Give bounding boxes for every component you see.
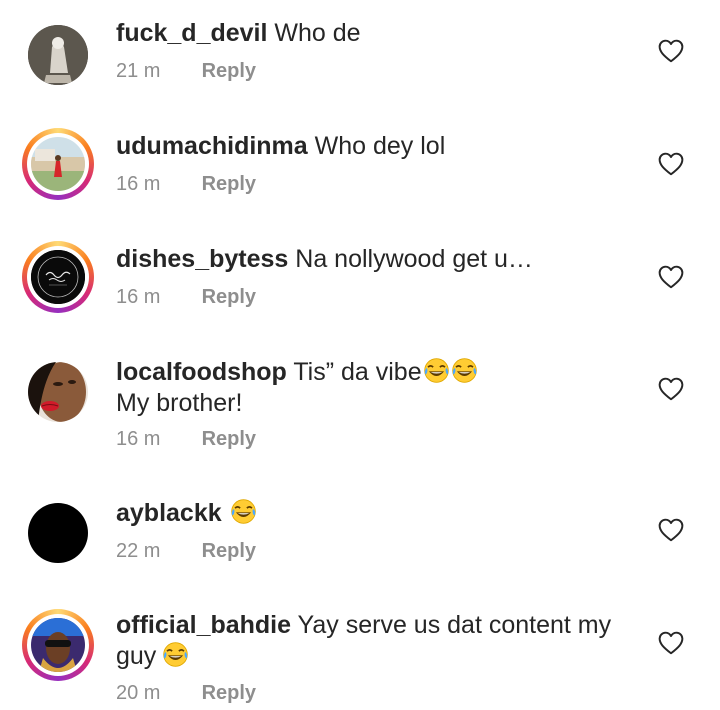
heart-outline-icon[interactable]: [658, 39, 684, 63]
comment-time: 16 m: [116, 286, 161, 308]
face-with-tears-of-joy-icon: [162, 641, 189, 668]
reply-button[interactable]: Reply: [202, 60, 256, 82]
comment-meta: 16 m Reply: [116, 286, 256, 309]
avatar[interactable]: [22, 241, 94, 313]
comment-username[interactable]: udumachidinma: [116, 132, 308, 160]
comment-username[interactable]: fuck_d_devil: [116, 19, 267, 47]
avatar-image: [28, 362, 88, 422]
comment-meta: 16 m Reply: [116, 428, 256, 451]
reply-button[interactable]: Reply: [202, 428, 256, 450]
comment-body: Na nollywood get u…: [295, 245, 533, 273]
face-with-tears-of-joy-icon: [423, 357, 450, 384]
face-with-tears-of-joy-icon: [230, 498, 257, 525]
comment-body: Who de: [274, 19, 361, 47]
face-with-tears-of-joy-icon: [451, 357, 478, 384]
comment-body: Yay serve us dat content my: [297, 611, 612, 639]
comment-time: 21 m: [116, 60, 161, 82]
heart-outline-icon[interactable]: [658, 152, 684, 176]
heart-outline-icon[interactable]: [658, 265, 684, 289]
comment-text: dishes_bytess Na nollywood get u…: [116, 244, 616, 275]
comment-body: Who dey lol: [314, 132, 446, 160]
avatar-image: [31, 250, 85, 304]
comment-time: 22 m: [116, 540, 161, 562]
avatar[interactable]: [22, 128, 94, 200]
comment-username[interactable]: ayblackk: [116, 499, 222, 527]
comment-username[interactable]: dishes_bytess: [116, 245, 288, 273]
comment-body: Tis” da vibe: [293, 358, 422, 386]
reply-button[interactable]: Reply: [202, 540, 256, 562]
comment-meta: 21 m Reply: [116, 60, 256, 83]
comment-username[interactable]: localfoodshop: [116, 358, 287, 386]
avatar[interactable]: [22, 19, 94, 91]
reply-button[interactable]: Reply: [202, 286, 256, 308]
comment-text: udumachidinma Who dey lol: [116, 131, 616, 162]
reply-button[interactable]: Reply: [202, 682, 256, 704]
comment-time: 16 m: [116, 428, 161, 450]
comment-body-line2: guy: [116, 642, 157, 670]
comment-meta: 20 m Reply: [116, 682, 256, 705]
heart-outline-icon[interactable]: [658, 631, 684, 655]
avatar[interactable]: [22, 609, 94, 681]
avatar[interactable]: [22, 497, 94, 569]
comment-meta: 22 m Reply: [116, 540, 256, 563]
comment-username[interactable]: official_bahdie: [116, 611, 291, 639]
comment-text: fuck_d_devil Who de: [116, 18, 616, 49]
comment-body-line2: My brother!: [116, 389, 243, 417]
avatar-image: [31, 618, 85, 672]
heart-outline-icon[interactable]: [658, 377, 684, 401]
heart-outline-icon[interactable]: [658, 518, 684, 542]
comment-text: localfoodshop Tis” da vibe My brother!: [116, 357, 616, 419]
reply-button[interactable]: Reply: [202, 173, 256, 195]
comment-time: 16 m: [116, 173, 161, 195]
comment-meta: 16 m Reply: [116, 173, 256, 196]
comment-text: ayblackk: [116, 498, 616, 529]
comment-text: official_bahdie Yay serve us dat content…: [116, 610, 616, 672]
avatar-image: [28, 25, 88, 85]
avatar-image: [31, 137, 85, 191]
avatar[interactable]: [22, 356, 94, 428]
avatar-image: [28, 503, 88, 563]
comment-time: 20 m: [116, 682, 161, 704]
